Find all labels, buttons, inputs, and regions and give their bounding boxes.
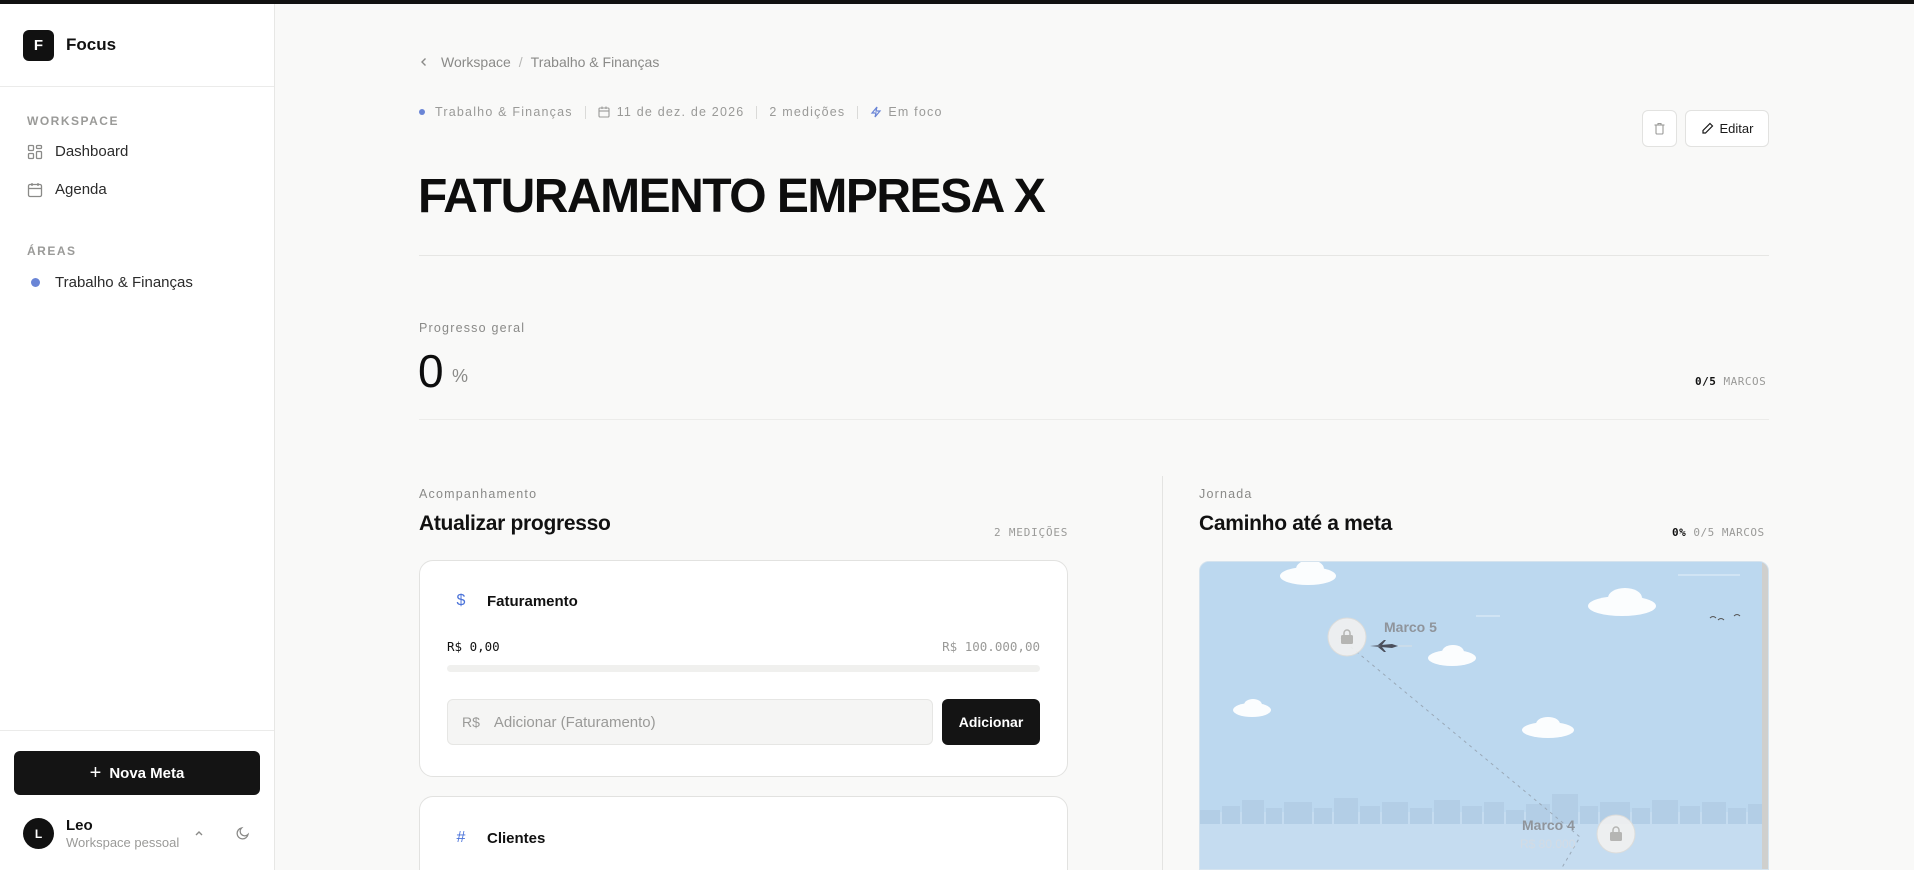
journey-section-label: Jornada [1199, 487, 1253, 501]
measurement-card-faturamento: $ Faturamento R$ 0,00 R$ 100.000,00 R$ A… [419, 560, 1068, 777]
page-title: FATURAMENTO EMPRESA X [418, 170, 1046, 223]
chevron-left-icon[interactable] [419, 55, 429, 70]
scrollbar[interactable] [1762, 562, 1769, 870]
edit-label: Editar [1719, 121, 1754, 136]
lightning-icon [871, 106, 882, 118]
divider [419, 255, 1769, 256]
journey-map: Marco 5 Marco 4 R$ 80.000 [1199, 561, 1769, 870]
journey-scene: Marco 5 Marco 4 R$ 80.000 [1200, 562, 1769, 870]
measurement-input[interactable] [493, 713, 914, 731]
sidebar-footer: + Nova Meta L Leo Workspace pessoal [0, 730, 274, 870]
milestones-label: MARCOS [1723, 375, 1767, 388]
milestone-5[interactable] [1327, 617, 1367, 657]
dollar-icon: $ [456, 592, 466, 609]
edit-button[interactable]: Editar [1685, 110, 1769, 147]
meta-status: Em foco [888, 105, 943, 119]
divider [419, 419, 1769, 420]
pencil-icon [1701, 122, 1713, 134]
breadcrumb-workspace[interactable]: Workspace [441, 54, 511, 70]
breadcrumb-separator: / [518, 54, 523, 70]
measurement-input-field[interactable]: R$ [447, 699, 933, 745]
meta-divider [584, 105, 586, 119]
measurement-progress-bar [447, 665, 1040, 672]
breadcrumb: Workspace / Trabalho & Finanças [419, 54, 659, 70]
milestone-5-label: Marco 5 [1384, 619, 1437, 635]
workspace-heading: WORKSPACE [27, 114, 119, 128]
user-workspace: Workspace pessoal [66, 835, 180, 850]
journey-title: Caminho até a meta [1199, 512, 1392, 535]
areas-heading: ÁREAS [27, 244, 77, 258]
milestone-4-value: R$ 80.000 [1520, 837, 1576, 851]
new-goal-label: Nova Meta [109, 764, 185, 782]
avatar: L [23, 818, 54, 849]
journey-milestones-done: 0/5 [1693, 526, 1715, 539]
brand[interactable]: F Focus [0, 4, 274, 87]
trash-icon [1654, 122, 1665, 135]
milestone-4[interactable] [1596, 814, 1636, 854]
overall-progress-value: 0 [418, 345, 444, 397]
add-measurement-button[interactable]: Adicionar [942, 699, 1040, 745]
user-menu[interactable]: L Leo Workspace pessoal [23, 817, 179, 850]
milestones-done: 0/5 [1695, 375, 1717, 388]
sidebar-item-agenda[interactable]: Agenda [27, 181, 107, 198]
currency-prefix: R$ [462, 714, 480, 730]
delete-button[interactable] [1642, 110, 1677, 147]
breadcrumb-current[interactable]: Trabalho & Finanças [531, 54, 660, 70]
measurement-name: Faturamento [487, 592, 578, 610]
meta-date: 11 de dez. de 2026 [616, 105, 745, 119]
column-divider [1162, 476, 1163, 870]
meta-area: Trabalho & Finanças [435, 105, 573, 119]
measurement-target: R$ 100.000,00 [942, 639, 1040, 654]
sidebar-item-label: Dashboard [55, 143, 129, 160]
moon-icon[interactable] [235, 825, 251, 846]
sidebar-item-label: Trabalho & Finanças [55, 274, 193, 291]
milestone-4-label: Marco 4 [1522, 817, 1575, 833]
measurement-card-clientes: # Clientes [419, 796, 1068, 870]
journey-milestones-label: MARCOS [1721, 526, 1765, 539]
meta-divider [756, 105, 758, 119]
hash-icon: # [456, 829, 466, 846]
journey-milestones-count: 0% 0/5 MARCOS [1672, 526, 1765, 539]
area-color-dot [419, 109, 425, 115]
calendar-icon [598, 106, 610, 118]
new-goal-button[interactable]: + Nova Meta [14, 751, 260, 795]
user-name: Leo [66, 817, 93, 834]
meta-measurements: 2 medições [769, 105, 846, 119]
main-content: Workspace / Trabalho & Finanças Trabalho… [275, 4, 1914, 870]
measurement-name: Clientes [487, 829, 546, 847]
milestones-count: 0/5 MARCOS [1695, 375, 1766, 388]
sidebar: F Focus WORKSPACE Dashboard Agenda ÁREAS… [0, 4, 275, 870]
sidebar-item-label: Agenda [55, 181, 107, 198]
sidebar-item-dashboard[interactable]: Dashboard [27, 143, 128, 160]
tracking-title: Atualizar progresso [419, 512, 611, 535]
meta-divider [857, 105, 859, 119]
overall-progress-label: Progresso geral [419, 321, 526, 335]
overall-progress-unit: % [452, 366, 469, 386]
tracking-section-label: Acompanhamento [419, 487, 538, 501]
area-color-dot [31, 278, 40, 287]
sidebar-item-trabalho-financas[interactable]: Trabalho & Finanças [27, 274, 193, 291]
plus-icon: + [89, 762, 102, 784]
goal-meta: Trabalho & Finanças 11 de dez. de 2026 2… [419, 105, 943, 119]
calendar-icon [27, 182, 43, 197]
chevron-up-icon[interactable] [193, 827, 205, 842]
dashboard-grid-icon [27, 144, 43, 159]
measurement-current: R$ 0,00 [447, 639, 500, 654]
app-logo: F [23, 29, 54, 61]
app-name: Focus [66, 35, 117, 54]
journey-percent: 0% [1672, 526, 1687, 539]
measurements-count: 2 MEDIÇÕES [994, 526, 1069, 539]
